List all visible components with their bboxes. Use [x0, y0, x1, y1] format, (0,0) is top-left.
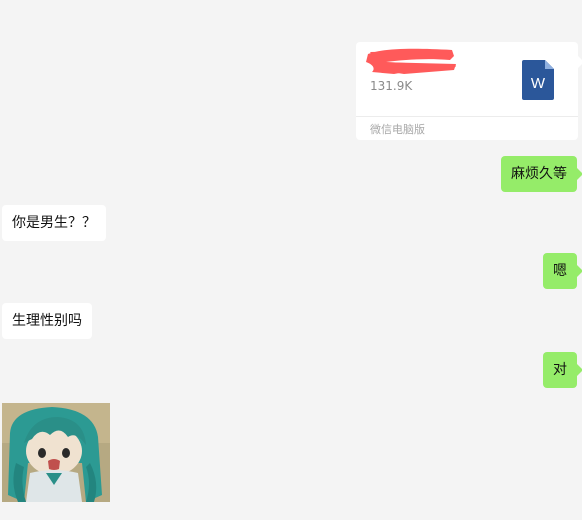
chat-window: 131.9K W 微信电脑版 麻烦久等 你是男生？？ 嗯 生理性别吗 对	[0, 0, 582, 520]
redacted-file-name	[366, 48, 456, 74]
anime-figure-sticker[interactable]	[2, 403, 110, 502]
sent-message-bubble[interactable]: 对	[543, 352, 582, 388]
file-message-card[interactable]: 131.9K W 微信电脑版	[356, 42, 582, 140]
word-document-icon: W	[522, 60, 554, 100]
received-message-bubble[interactable]: 你是男生？？	[2, 205, 106, 241]
file-size: 131.9K	[370, 79, 413, 93]
file-card-divider	[356, 116, 578, 117]
file-source-label: 微信电脑版	[370, 123, 425, 136]
word-icon-letter: W	[531, 75, 546, 92]
sent-message-bubble[interactable]: 嗯	[543, 253, 582, 289]
received-message-bubble[interactable]: 生理性别吗	[2, 303, 92, 339]
sent-message-bubble[interactable]: 麻烦久等	[501, 156, 582, 192]
